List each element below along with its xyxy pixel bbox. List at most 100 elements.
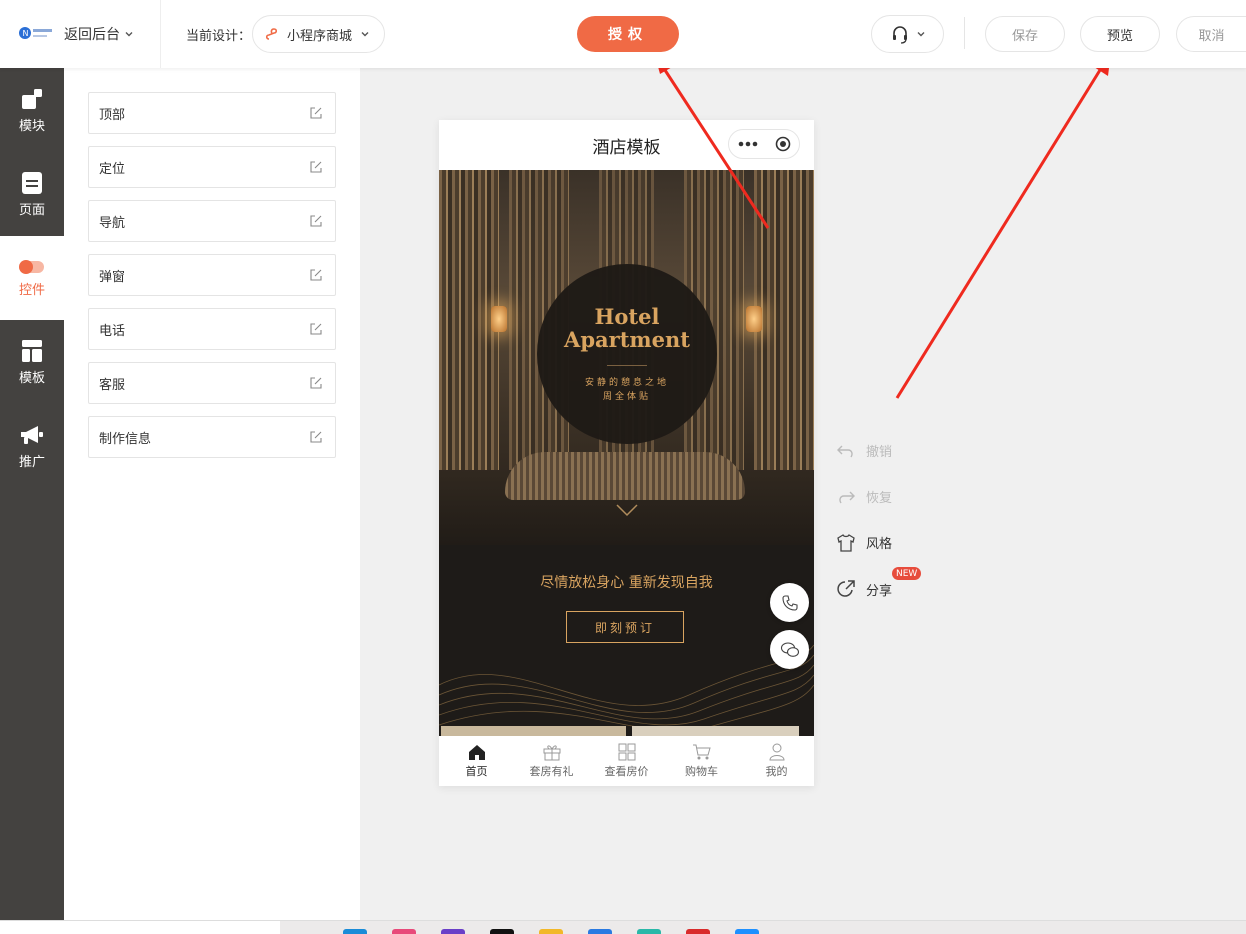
float-chat-button[interactable] bbox=[770, 630, 809, 669]
sidebar-item-label: 推广 bbox=[18, 454, 45, 470]
cancel-button[interactable]: 取消 bbox=[1176, 16, 1246, 52]
sidebar-item-pages[interactable]: 页面 bbox=[0, 152, 64, 236]
search-box[interactable] bbox=[0, 921, 280, 934]
thumbnail-image bbox=[441, 726, 626, 736]
tab-home[interactable]: 首页 bbox=[439, 736, 514, 786]
top-bar: N 返回后台 当前设计： 小程序商城 授权 保存 预览 取消 bbox=[0, 0, 1246, 68]
control-item-top[interactable]: 顶部 bbox=[88, 92, 336, 134]
wall-lamp bbox=[491, 306, 507, 332]
user-icon bbox=[768, 743, 785, 761]
page-title: 酒店模板 bbox=[592, 137, 661, 158]
wall-lamp bbox=[746, 306, 762, 332]
close-target-icon[interactable] bbox=[775, 136, 791, 152]
curtain-decoration bbox=[754, 170, 814, 470]
chevron-down-icon bbox=[917, 32, 924, 37]
taskbar-app-icon[interactable] bbox=[343, 929, 367, 934]
phone-tab-bar: 首页 套房有礼 查看房价 购物车 我的 bbox=[439, 736, 814, 786]
annotation-arrow bbox=[895, 61, 1107, 399]
taskbar-app-icon[interactable] bbox=[637, 929, 661, 934]
brand-logo: N bbox=[19, 27, 52, 39]
redo-button[interactable]: 恢复 bbox=[836, 487, 892, 506]
float-call-button[interactable] bbox=[770, 583, 809, 622]
home-icon bbox=[468, 745, 485, 760]
hero-title: Hotel bbox=[594, 303, 660, 329]
control-item-credits[interactable]: 制作信息 bbox=[88, 416, 336, 458]
taskbar-app-icon[interactable] bbox=[392, 929, 416, 934]
control-item-label: 顶部 bbox=[99, 107, 126, 123]
control-item-label: 制作信息 bbox=[99, 431, 152, 447]
svg-text:N: N bbox=[23, 29, 29, 38]
headset-icon bbox=[892, 26, 907, 44]
taskbar-app-icon[interactable] bbox=[441, 929, 465, 934]
undo-button[interactable]: 撤销 bbox=[836, 441, 892, 460]
left-sidebar: 模块 页面 控件 模板 推广 bbox=[0, 68, 64, 920]
share-button[interactable]: 分享 bbox=[836, 579, 892, 599]
authorize-button[interactable]: 授权 bbox=[577, 16, 679, 52]
sidebar-item-templates[interactable]: 模板 bbox=[0, 320, 64, 404]
control-item-phone[interactable]: 电话 bbox=[88, 308, 336, 350]
toggle-icon bbox=[19, 259, 44, 274]
control-item-label: 客服 bbox=[99, 377, 126, 393]
edit-icon[interactable] bbox=[309, 214, 323, 228]
curtain-decoration bbox=[439, 170, 499, 470]
control-item-label: 弹窗 bbox=[99, 269, 126, 285]
tab-cart[interactable]: 购物车 bbox=[664, 736, 739, 786]
style-label: 风格 bbox=[866, 537, 893, 552]
undo-label: 撤销 bbox=[866, 445, 893, 460]
megaphone-icon bbox=[21, 425, 43, 444]
tshirt-icon bbox=[837, 533, 855, 552]
sidebar-item-promotion[interactable]: 推广 bbox=[0, 404, 64, 488]
sidebar-item-label: 页面 bbox=[18, 202, 45, 218]
tab-suite-gifts[interactable]: 套房有礼 bbox=[514, 736, 589, 786]
customer-support-dropdown[interactable] bbox=[871, 15, 944, 53]
taskbar-app-icon[interactable] bbox=[686, 929, 710, 934]
sidebar-item-label: 模板 bbox=[18, 370, 45, 386]
chevron-down-icon bbox=[361, 32, 369, 37]
current-design-label: 当前设计： bbox=[186, 29, 252, 44]
control-item-location[interactable]: 定位 bbox=[88, 146, 336, 188]
hero-subtitle: 周全体贴 bbox=[602, 391, 651, 402]
edit-icon[interactable] bbox=[309, 322, 323, 336]
phone-icon bbox=[781, 594, 798, 611]
miniprogram-capsule[interactable] bbox=[728, 129, 800, 159]
taskbar-app-icon[interactable] bbox=[735, 929, 759, 934]
hero-slogan: 尽情放松身心 重新发现自我 bbox=[540, 575, 713, 591]
more-icon[interactable] bbox=[738, 141, 758, 147]
wechat-icon bbox=[780, 641, 799, 657]
save-button[interactable]: 保存 bbox=[985, 16, 1065, 52]
edit-icon[interactable] bbox=[309, 430, 323, 444]
tab-label: 首页 bbox=[465, 765, 488, 778]
taskbar-app-icon[interactable] bbox=[588, 929, 612, 934]
edit-icon[interactable] bbox=[309, 106, 323, 120]
style-button[interactable]: 风格 bbox=[836, 533, 892, 552]
tab-label: 购物车 bbox=[685, 765, 718, 778]
sidebar-item-modules[interactable]: 模块 bbox=[0, 68, 64, 152]
thumbnail-image bbox=[632, 726, 799, 736]
miniprogram-icon bbox=[265, 28, 278, 40]
tab-mine[interactable]: 我的 bbox=[739, 736, 814, 786]
edit-icon[interactable] bbox=[309, 160, 323, 174]
control-item-customer-service[interactable]: 客服 bbox=[88, 362, 336, 404]
back-to-admin-dropdown[interactable]: 返回后台 bbox=[64, 24, 134, 44]
book-now-button[interactable]: 即刻预订 bbox=[566, 611, 684, 643]
preview-button[interactable]: 预览 bbox=[1080, 16, 1160, 52]
design-select[interactable]: 小程序商城 bbox=[252, 15, 385, 53]
control-item-navigation[interactable]: 导航 bbox=[88, 200, 336, 242]
template-icon bbox=[22, 339, 42, 362]
control-item-popup[interactable]: 弹窗 bbox=[88, 254, 336, 296]
modules-icon bbox=[22, 88, 42, 109]
phone-header: 酒店模板 bbox=[439, 120, 814, 170]
tab-room-prices[interactable]: 查看房价 bbox=[589, 736, 664, 786]
undo-icon bbox=[837, 445, 853, 457]
taskbar-app-icon[interactable] bbox=[490, 929, 514, 934]
edit-icon[interactable] bbox=[309, 268, 323, 282]
gift-icon bbox=[543, 745, 560, 761]
sidebar-item-controls[interactable]: 控件 bbox=[0, 236, 64, 320]
os-taskbar bbox=[0, 920, 1246, 934]
edit-icon[interactable] bbox=[309, 376, 323, 390]
hero-subtitle: 安静的憩息之地 bbox=[584, 377, 669, 388]
tab-label: 我的 bbox=[765, 765, 788, 778]
divider bbox=[607, 364, 647, 366]
taskbar-app-icon[interactable] bbox=[539, 929, 563, 934]
share-label: 分享 bbox=[866, 583, 893, 599]
